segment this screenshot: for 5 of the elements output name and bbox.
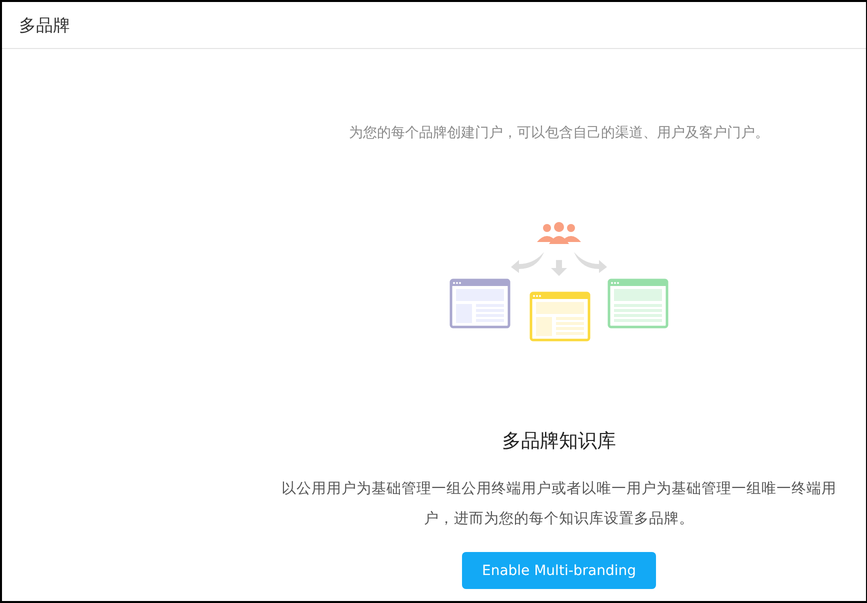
feature-description: 以公用用户为基础管理一组公用终端用户或者以唯一用户为基础管理一组唯一终端用户，进而为您的每个知识库设置多品牌。: [280, 480, 838, 529]
intro-text: 为您的每个品牌创建门户，可以包含自己的渠道、用户及客户门户。: [349, 124, 769, 142]
enable-button[interactable]: Enable Multi-branding: [462, 552, 656, 589]
page-title: 多品牌: [19, 14, 70, 36]
feature-title: 多品牌知识库: [502, 429, 616, 454]
